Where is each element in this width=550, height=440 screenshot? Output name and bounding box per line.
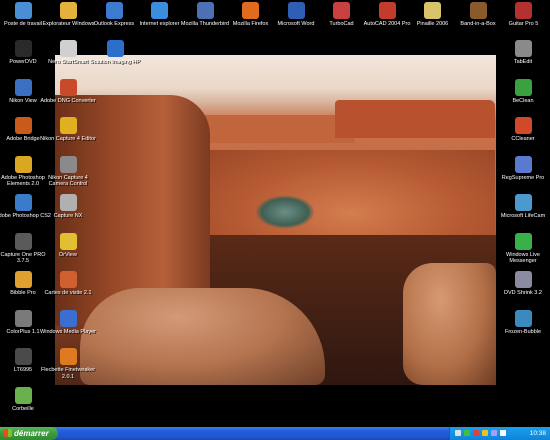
- desktop-icon-label: CCleaner: [511, 136, 535, 142]
- desktop-icon-label: BeClean: [512, 97, 534, 104]
- frozen-bubble-icon: [514, 309, 532, 327]
- messenger-icon: [514, 232, 532, 250]
- hp-icon: [106, 40, 124, 57]
- desktop-icon-label: Windows Media Player: [40, 328, 96, 335]
- start-button[interactable]: démarrer: [0, 427, 58, 440]
- powerdvd-icon: [14, 40, 32, 57]
- desktop-icon-regsupreme[interactable]: RegSupreme Pro: [494, 155, 550, 198]
- desktop-icon-tabedit[interactable]: TabEdit: [494, 40, 550, 82]
- band-in-a-box-icon: [469, 2, 487, 19]
- nero-icon: [59, 40, 77, 57]
- capture-one-icon: [14, 232, 32, 250]
- tray-icon[interactable]: [464, 430, 470, 436]
- taskbar: démarrer 10:38: [0, 427, 550, 440]
- desktop-icon-finetweaker[interactable]: Flecbette Finetweaker 2.0.1: [39, 348, 97, 390]
- business-cards-icon: [59, 271, 77, 288]
- clock: 10:38: [529, 430, 546, 437]
- capture-nx-icon: [59, 194, 77, 211]
- photoshop-elements-icon: [14, 155, 32, 173]
- desktop-icon-label: Corbeille: [12, 405, 34, 412]
- desktop-icon-capture-nx[interactable]: Capture NX: [39, 194, 97, 236]
- desktop-icon-label: RegSupreme Pro: [501, 174, 545, 181]
- desktop-icon-label: Frozen-Bubble: [504, 328, 542, 335]
- desktop-icon-media-player[interactable]: Windows Media Player: [39, 309, 97, 352]
- desktop-icon-drview[interactable]: DrView: [39, 232, 97, 275]
- dng-converter-icon: [59, 78, 77, 96]
- ccleaner-icon: [514, 117, 532, 134]
- media-player-icon: [59, 309, 77, 327]
- tray-icon[interactable]: [473, 430, 479, 436]
- internet-explorer-icon: [151, 2, 168, 19]
- tray-icon[interactable]: [491, 430, 497, 436]
- desktop-icon-label: Adobe DNG Converter: [40, 97, 96, 104]
- nikon-capture-editor-icon: [59, 117, 77, 134]
- desktop-icon-lifecam[interactable]: Microsoft LifeCam: [494, 194, 550, 236]
- desktop-icon-nikon-capture-editor[interactable]: Nikon Capture 4 Editor: [39, 117, 97, 159]
- finetweaker-icon: [59, 348, 77, 365]
- desktop-icon-dvd-shrink[interactable]: DVD Shrink 3.2: [494, 271, 550, 313]
- desktop-wallpaper: [55, 55, 496, 385]
- nikon-view-icon: [14, 78, 32, 96]
- desktop-icon-dng-converter[interactable]: Adobe DNG Converter: [39, 78, 97, 121]
- adobe-bridge-icon: [14, 117, 32, 134]
- turbocad-icon: [333, 2, 350, 19]
- desktop-icon-hp[interactable]: Solution Imaging HP: [86, 40, 144, 82]
- regsupreme-icon: [514, 155, 532, 173]
- lifecam-icon: [514, 194, 532, 211]
- tabedit-icon: [514, 40, 532, 57]
- pinaille-icon: [424, 2, 441, 19]
- desktop-icon-label: Microsoft LifeCam: [500, 213, 546, 219]
- desktop-icon-label: TabEdit: [513, 59, 533, 65]
- computer-icon: [14, 2, 32, 19]
- desktop-icon-label: Cartes de visite 2.1: [44, 290, 92, 296]
- outlook-express-icon: [105, 2, 123, 19]
- desktop-icon-label: Capture NX: [53, 213, 83, 219]
- desktop-icon-frozen-bubble[interactable]: Frozen-Bubble: [494, 309, 550, 352]
- desktop-icon-label: Nikon Capture 4 Camera Control: [48, 174, 88, 188]
- drview-icon: [59, 232, 77, 250]
- desktop: Poste de travail Explorateur Windows Outlo…: [0, 0, 550, 427]
- desktop-icon-beclean[interactable]: BeClean: [494, 78, 550, 121]
- desktop-icon-label: Guitar Pro 5: [508, 21, 539, 27]
- tray-icon[interactable]: [500, 430, 506, 436]
- desktop-icon-business-cards[interactable]: Cartes de visite 2.1: [39, 271, 97, 313]
- desktop-icon-label: Windows Live Messenger: [506, 251, 540, 265]
- autocad-icon: [378, 2, 396, 19]
- windows-flag-icon: [4, 429, 12, 437]
- desktop-icon-label: Flecbette Finetweaker 2.0.1: [40, 367, 96, 380]
- photoshop-cs2-icon: [14, 194, 32, 211]
- word-icon: [287, 2, 305, 19]
- desktop-icon-guitar-pro[interactable]: Guitar Pro 5: [495, 2, 550, 44]
- thunderbird-icon: [196, 2, 214, 19]
- nikon-camera-control-icon: [59, 155, 77, 173]
- desktop-icon-messenger[interactable]: Windows Live Messenger: [494, 232, 550, 275]
- tray-icon[interactable]: [455, 430, 461, 436]
- firefox-icon: [242, 2, 259, 19]
- dvd-shrink-icon: [514, 271, 532, 288]
- bibble-icon: [14, 271, 32, 288]
- tray-icon[interactable]: [482, 430, 488, 436]
- desktop-icon-ccleaner[interactable]: CCleaner: [494, 117, 550, 159]
- start-label: démarrer: [14, 429, 49, 438]
- desktop-icon-label: DVD Shrink 3.2: [504, 290, 542, 296]
- folder-explorer-icon: [60, 2, 77, 19]
- guitar-pro-icon: [515, 2, 532, 19]
- lt6995-icon: [14, 348, 32, 365]
- system-tray: 10:38: [449, 427, 550, 440]
- desktop-icon-recycle-bin[interactable]: Corbeille: [0, 386, 52, 429]
- desktop-icon-label: Solution Imaging HP: [89, 59, 141, 65]
- recycle-bin-icon: [14, 386, 32, 404]
- colorplus-icon: [14, 309, 32, 327]
- beclean-icon: [514, 78, 532, 96]
- desktop-icon-nikon-camera-control[interactable]: Nikon Capture 4 Camera Control: [39, 155, 97, 198]
- desktop-icon-label: Nikon Capture 4 Editor: [40, 136, 96, 142]
- desktop-icon-label: DrView: [59, 251, 77, 258]
